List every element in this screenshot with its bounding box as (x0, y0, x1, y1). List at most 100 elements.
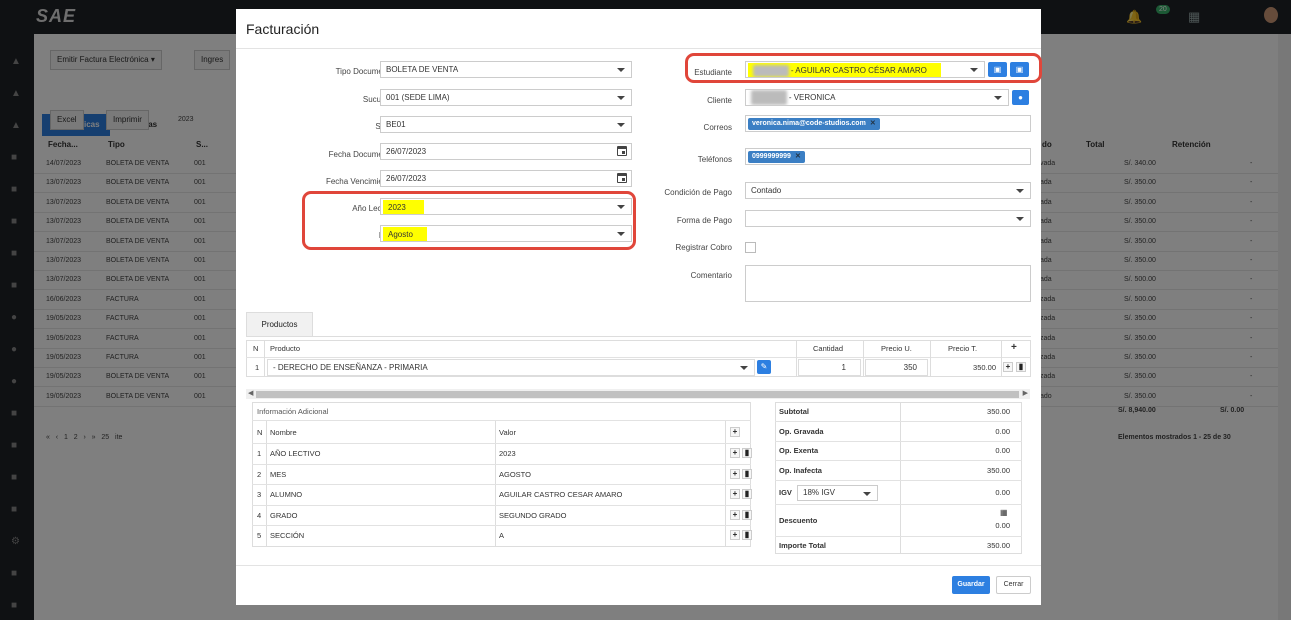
info-cell-n: 1 (257, 449, 262, 458)
info-cell-nombre: GRADO (270, 510, 298, 520)
save-button[interactable]: Guardar (952, 576, 990, 594)
add-info-row-button[interactable]: + (730, 509, 740, 520)
tab-productos[interactable]: Productos (246, 312, 313, 336)
chevron-down-icon (970, 68, 978, 72)
scroll-right-icon[interactable]: ▶ (1023, 389, 1028, 397)
mes-value: Agosto (383, 227, 427, 241)
add-product-button[interactable]: + (1011, 342, 1017, 353)
cantidad-value: 1 (841, 363, 846, 372)
precio-u-value: 350 (903, 363, 917, 372)
col-sep (863, 340, 864, 377)
scroll-thumb[interactable] (256, 391, 1019, 398)
col-sep (264, 340, 265, 377)
tipo-documento-value: BOLETA DE VENTA (386, 65, 459, 74)
fecha-vencimiento-input[interactable]: 26/07/2023 (380, 170, 632, 187)
scroll-left-icon[interactable]: ◀ (248, 389, 253, 397)
products-col-producto: Producto (270, 344, 301, 353)
info-cell-nombre: ALUMNO (270, 490, 303, 500)
delete-info-row-button[interactable]: ▮ (742, 530, 752, 541)
delete-info-row-button[interactable]: ▮ (742, 468, 752, 479)
importe-label: Importe Total (779, 541, 826, 550)
delete-info-row-button[interactable]: ▮ (742, 448, 752, 458)
billing-modal: Facturación Tipo Documento BOLETA DE VEN… (236, 9, 1042, 605)
descuento-label: Descuento (779, 516, 818, 525)
info-cell-n: 2 (257, 469, 262, 479)
comentario-textarea[interactable] (745, 265, 1031, 302)
phone-chip[interactable]: 0999999999 ✕ (748, 151, 805, 163)
tipo-documento-label: Tipo Documento (335, 67, 394, 76)
importe-value: 350.00 (987, 541, 1010, 550)
igv-value: 0.00 (995, 488, 1010, 497)
igv-select[interactable]: 18% IGV (797, 485, 878, 501)
info-row-line (252, 443, 751, 444)
fecha-vencimiento-label: Fecha Vencimiento (325, 177, 394, 186)
products-col-precio-t: Precio T. (948, 344, 978, 353)
delete-info-row-button[interactable]: ▮ (742, 489, 752, 500)
add-info-row-button[interactable]: + (730, 468, 740, 479)
registrar-cobro-checkbox[interactable] (745, 242, 756, 253)
forma-pago-select[interactable] (745, 210, 1031, 227)
tipo-documento-select[interactable]: BOLETA DE VENTA (380, 61, 632, 78)
serie-select[interactable]: BE01 (380, 116, 632, 133)
anio-lectivo-value: 2023 (383, 200, 424, 214)
calendar-icon[interactable] (617, 173, 627, 183)
col-sep (1001, 340, 1002, 377)
info-col-valor: Valor (499, 428, 516, 437)
add-info-row-button[interactable]: + (730, 448, 740, 458)
tl (775, 504, 1022, 505)
totals-table (775, 402, 1022, 554)
products-col-n: N (253, 344, 259, 353)
delete-info-row-button[interactable]: ▮ (742, 509, 752, 520)
registrar-cobro-label: Registrar Cobro (675, 243, 732, 252)
close-icon[interactable]: ✕ (870, 120, 876, 127)
close-button[interactable]: Cerrar (996, 576, 1031, 594)
chevron-down-icon (617, 123, 625, 127)
info-cell-n: 5 (257, 531, 262, 541)
mes-select[interactable]: Agosto (380, 225, 632, 242)
condicion-pago-label: Condición de Pago (664, 188, 732, 197)
fecha-documento-label: Fecha Documento (328, 150, 394, 159)
chevron-down-icon (863, 492, 871, 496)
info-row-line (252, 463, 751, 465)
estudiante-select[interactable]: 70000000 - AGUILAR CASTRO CÉSAR AMARO (745, 61, 985, 78)
calculator-icon[interactable]: ▦ (1000, 508, 1008, 517)
cliente-select[interactable]: 70000000 - VERONICA (745, 89, 1009, 106)
chevron-down-icon (740, 366, 748, 370)
add-row-button[interactable]: + (1003, 362, 1013, 372)
user-button[interactable]: ● (1012, 90, 1029, 105)
id-card-button[interactable]: ▣ (988, 62, 1007, 77)
igv-label: IGV (779, 488, 792, 497)
tl (775, 480, 1022, 481)
subtotal-value: 350.00 (987, 407, 1010, 416)
student-card-button[interactable]: ▣ (1010, 62, 1029, 77)
modal-title: Facturación (246, 21, 320, 37)
anio-lectivo-label: Año Lectivo (352, 204, 394, 213)
sucursal-select[interactable]: 001 (SEDE LIMA) (380, 89, 632, 106)
add-info-row-button[interactable]: + (730, 489, 740, 500)
tl (775, 441, 1022, 442)
products-col-cantidad: Cantidad (813, 344, 844, 353)
info-cell-nombre: MES (270, 469, 287, 479)
email-chip[interactable]: veronica.nima@code-studios.com ✕ (748, 118, 880, 130)
calendar-icon[interactable] (617, 146, 627, 156)
precio-u-input[interactable]: 350 (865, 359, 928, 376)
products-header-line (246, 357, 1031, 358)
fecha-documento-input[interactable]: 26/07/2023 (380, 143, 632, 160)
add-info-row-button[interactable]: + (730, 530, 740, 541)
chevron-down-icon (994, 96, 1002, 100)
exenta-value: 0.00 (995, 446, 1010, 455)
tl (775, 536, 1022, 537)
anio-lectivo-select[interactable]: 2023 (380, 198, 632, 215)
edit-product-button[interactable]: ✎ (757, 360, 771, 374)
product-select[interactable]: - DERECHO DE ENSEÑANZA - PRIMARIA (267, 359, 755, 376)
delete-row-button[interactable]: ▮ (1016, 362, 1026, 372)
add-info-button[interactable]: + (730, 427, 740, 437)
cantidad-input[interactable]: 1 (798, 359, 861, 376)
user-icon: ● (1018, 93, 1023, 102)
condicion-pago-select[interactable]: Contado (745, 182, 1031, 199)
products-hscrollbar[interactable]: ◀ ▶ (246, 389, 1030, 399)
close-icon[interactable]: ✕ (795, 153, 801, 160)
gravada-value: 0.00 (995, 427, 1010, 436)
col-sep (930, 340, 931, 377)
telefonos-label: Teléfonos (697, 155, 732, 164)
